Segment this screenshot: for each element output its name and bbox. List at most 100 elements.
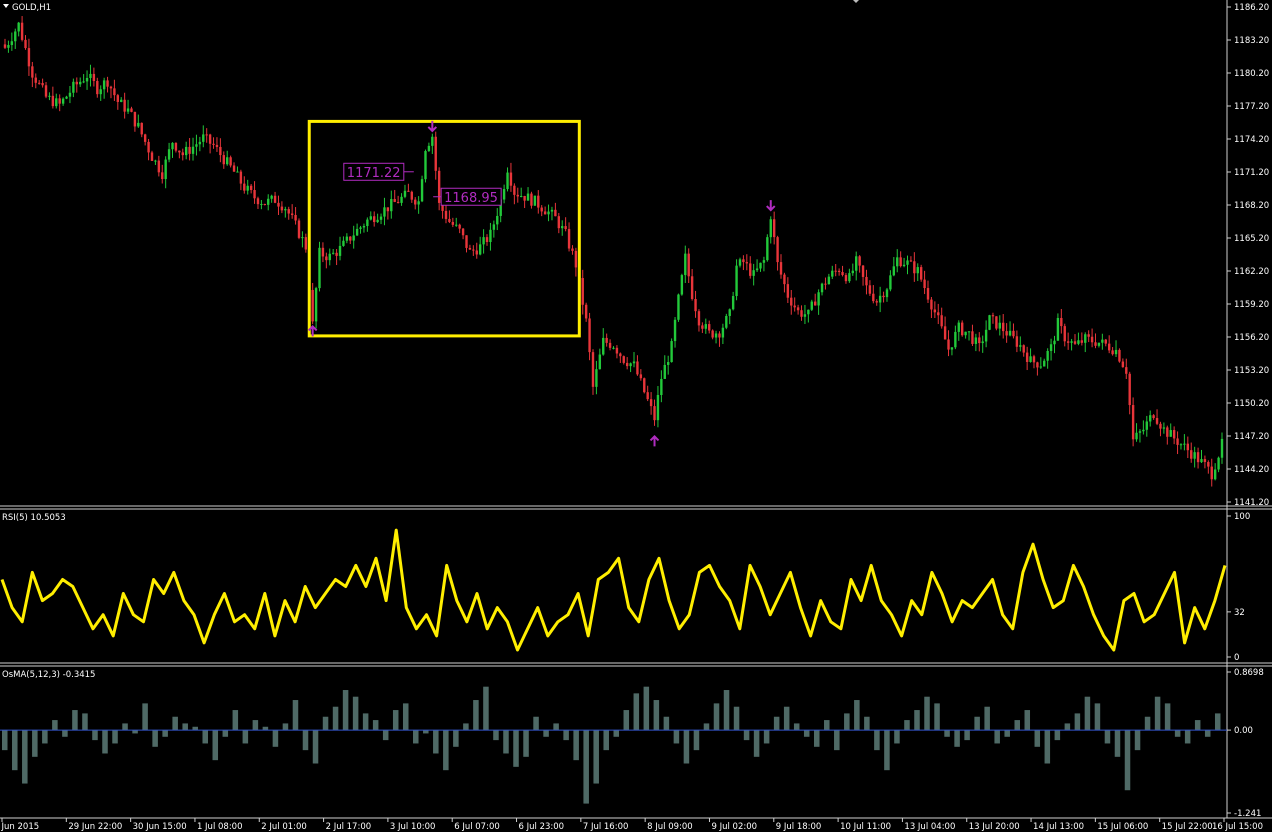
candle-body [731,296,735,310]
osma-bar [653,700,660,731]
candle-body [297,220,301,238]
candle-body [1029,356,1032,362]
osma-bar [463,723,469,731]
time-tick-label: 15 Jul 06:00 [1097,822,1148,832]
osma-bar [623,710,630,731]
candle-body [766,237,769,261]
candle-body [273,195,277,203]
candle-body [304,237,308,250]
osma-bar [52,720,58,731]
time-tick-label: 13 Jul 20:00 [969,822,1020,832]
candle-body [639,374,643,379]
candle-body [653,406,656,421]
candle-body [519,195,523,197]
candle-body [1066,341,1070,343]
time-tick-label: 6 Jul 23:00 [519,822,565,832]
osma-bar [533,716,539,731]
candle-body [947,339,950,350]
osma-bar [783,706,790,731]
osma-bar [854,700,860,731]
candle-body [902,264,906,267]
osma-bar [934,703,940,731]
osma-bar [904,720,910,731]
candle-body [926,288,930,300]
time-tick-label: 6 Jul 07:00 [454,822,500,832]
time-tick-label: 9 Jul 18:00 [776,822,822,832]
candle-body [813,301,817,306]
candle-body [533,195,537,206]
candle-body [762,260,766,263]
candle-body [1166,427,1169,437]
candle-body [1107,343,1111,351]
candle-body [24,39,27,49]
osma-bar [32,730,38,757]
candle-body [1019,345,1022,347]
candle-body [99,89,102,95]
candle-body [882,295,885,298]
candle-body [390,199,393,212]
osma-bar [884,730,890,771]
osma-bar [262,726,269,731]
candle-body [1080,340,1084,343]
chart-window[interactable]: GOLD,H1 1186.20 1183.20 1180.20 1177.20 1174… [0,0,1272,832]
candle-body [995,316,998,329]
candle-body [1104,339,1107,344]
candle-body [571,248,574,251]
candle-body [964,331,967,336]
candle-body [1169,430,1172,437]
candle-body [827,276,831,285]
candle-body [629,363,632,367]
candle-body [820,283,824,293]
candle-body [602,337,605,355]
price-tick-label: 1147.20 [1234,432,1269,442]
osma-bar [553,723,559,731]
candle-body [636,361,639,375]
candle-body [943,326,947,340]
osma-bar [1094,703,1101,731]
candle-body [143,134,147,142]
candle-body [772,219,776,238]
osma-title: OsMA(5,12,3) -0.3415 [2,670,95,680]
candle-body [1142,429,1145,432]
osma-bar [322,716,329,731]
osma-bar [302,730,309,751]
osma-bar [503,730,509,754]
osma-bar [964,730,970,741]
candle-body [523,195,526,201]
candle-body [1101,339,1104,343]
osma-bar [914,710,920,731]
candle-body [974,337,978,344]
price-tick-label: 1165.20 [1234,234,1269,244]
candle-body [79,81,82,85]
osma-bar [1164,703,1171,731]
candle-body [150,152,154,161]
candle-body [171,142,174,150]
osma-bar [332,706,339,731]
candle-body [48,95,51,97]
osma-bar [1084,696,1091,731]
candle-body [625,362,629,367]
candle-body [34,77,37,83]
osma-bar [753,730,760,757]
candle-body [892,266,896,276]
candle-body [212,143,215,145]
candle-body [1196,452,1200,463]
candle-body [752,270,755,276]
candle-body [222,155,225,165]
candle-body [940,315,943,327]
candle-body [769,219,772,238]
candle-body [448,218,451,222]
price-tag-label: 1171.22 [347,166,401,181]
candle-body [345,236,349,241]
candle-body [588,318,591,353]
candle-body [513,185,516,195]
candle-body [290,213,294,215]
candle-body [1207,462,1210,467]
osma-bar [844,713,850,731]
candle-body [561,226,564,229]
osma-bar [954,730,960,747]
candle-body [451,221,455,225]
price-tick-label: 1180.20 [1234,69,1269,79]
osma-bar [1054,730,1061,741]
candle-body [437,170,441,203]
